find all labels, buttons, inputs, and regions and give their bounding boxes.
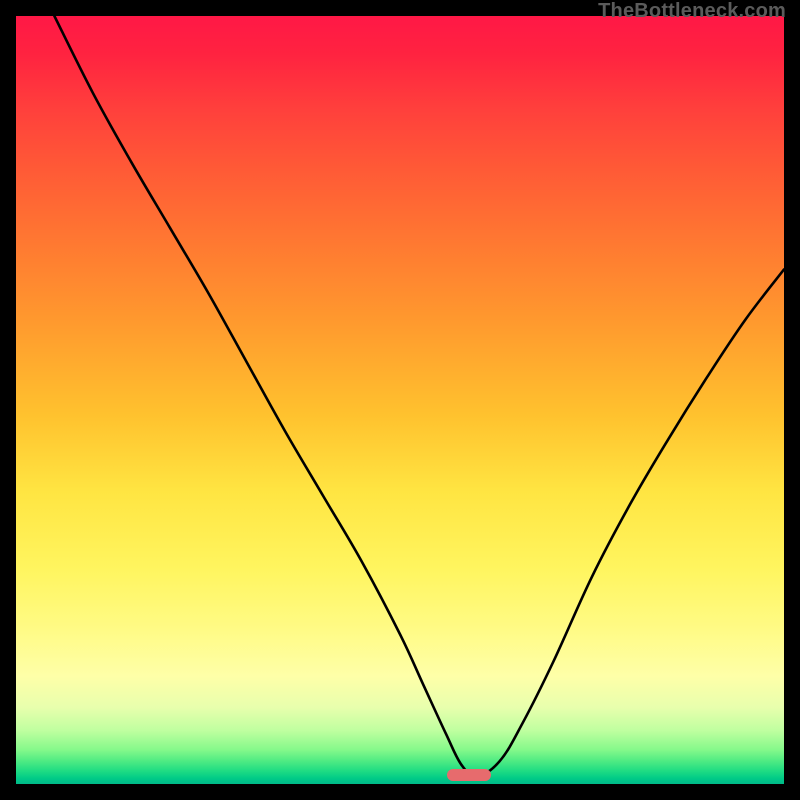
chart-stage: TheBottleneck.com [0, 0, 800, 800]
plot-area [16, 16, 784, 784]
bottleneck-curve [16, 16, 784, 784]
optimal-point-marker [447, 769, 491, 781]
